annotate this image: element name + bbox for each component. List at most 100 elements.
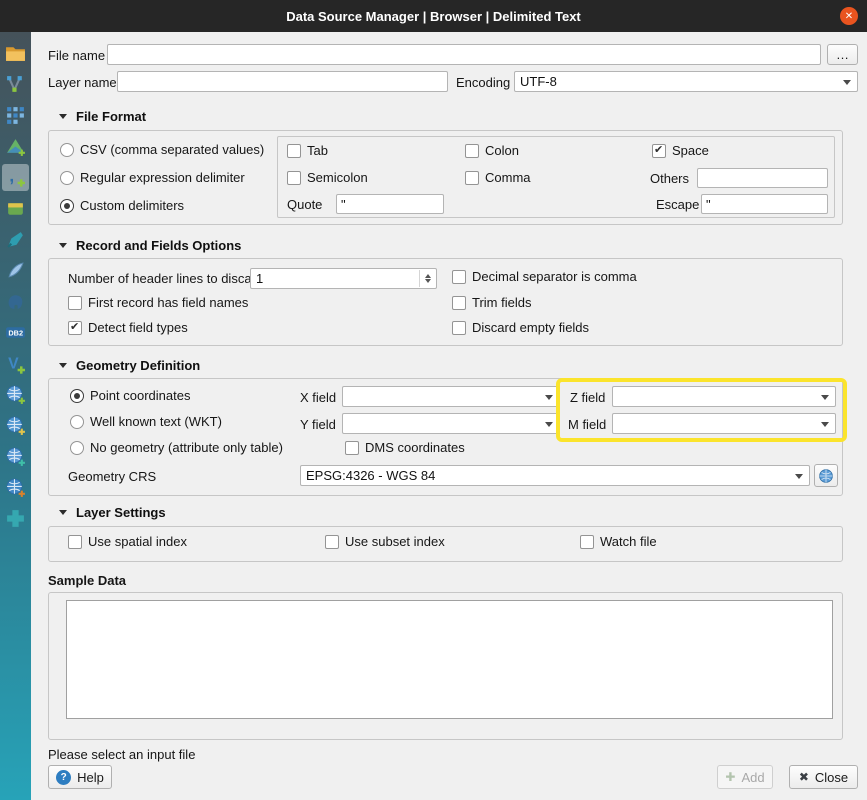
colon-checkbox[interactable]: Colon bbox=[465, 143, 519, 158]
geometry-crs-label: Geometry CRS bbox=[68, 469, 156, 485]
sample-data-area[interactable] bbox=[66, 600, 833, 719]
trim-fields-checkbox[interactable]: Trim fields bbox=[452, 295, 531, 310]
collapse-arrow-icon bbox=[59, 363, 67, 372]
sidebar-item-wcs[interactable] bbox=[2, 412, 29, 439]
crs-select-button[interactable] bbox=[814, 464, 838, 487]
titlebar[interactable]: Data Source Manager | Browser | Delimite… bbox=[0, 0, 867, 32]
collapse-arrow-icon bbox=[59, 114, 67, 123]
semicolon-checkbox[interactable]: Semicolon bbox=[287, 170, 368, 185]
geometry-crs-select[interactable]: EPSG:4326 - WGS 84 bbox=[300, 465, 810, 486]
svg-text:V: V bbox=[8, 356, 19, 373]
comma-checkbox[interactable]: Comma bbox=[465, 170, 531, 185]
delimited-text-icon: , bbox=[5, 167, 26, 188]
header-lines-label: Number of header lines to discard bbox=[68, 271, 263, 287]
sidebar-item-spatialite[interactable] bbox=[2, 257, 29, 284]
add-icon: ✚ bbox=[725, 770, 735, 784]
geopackage-icon bbox=[5, 198, 26, 219]
header-lines-spinbox[interactable]: 1 bbox=[250, 268, 437, 289]
postgis-icon bbox=[5, 291, 26, 312]
quote-label: Quote bbox=[287, 197, 322, 213]
mesh-layer-icon bbox=[5, 136, 26, 157]
file-format-group-header[interactable]: File Format bbox=[59, 109, 146, 124]
z-field-select[interactable] bbox=[612, 386, 836, 407]
decimal-separator-checkbox[interactable]: Decimal separator is comma bbox=[452, 269, 637, 284]
no-geometry-radio[interactable]: No geometry (attribute only table) bbox=[70, 440, 283, 455]
use-spatial-index-checkbox[interactable]: Use spatial index bbox=[68, 534, 187, 549]
help-button[interactable]: ? Help bbox=[48, 765, 112, 789]
wkt-radio[interactable]: Well known text (WKT) bbox=[70, 414, 222, 429]
sidebar-item-virtual-layer[interactable]: V bbox=[2, 350, 29, 377]
others-input[interactable] bbox=[697, 168, 828, 188]
sidebar-item-browser[interactable] bbox=[2, 40, 29, 67]
escape-input[interactable] bbox=[701, 194, 828, 214]
sidebar-item-geopackage[interactable] bbox=[2, 195, 29, 222]
space-checkbox[interactable]: Space bbox=[652, 143, 709, 158]
close-button[interactable]: ✖ Close bbox=[789, 765, 858, 789]
browser-folder-icon bbox=[5, 43, 26, 64]
add-button[interactable]: ✚ Add bbox=[717, 765, 773, 789]
wms-globe-icon bbox=[5, 384, 26, 405]
sidebar-item-vector[interactable] bbox=[2, 71, 29, 98]
custom-delimiters-radio[interactable]: Custom delimiters bbox=[60, 198, 184, 213]
first-record-checkbox[interactable]: First record has field names bbox=[68, 295, 248, 310]
collapse-arrow-icon bbox=[59, 510, 67, 519]
gps-icon bbox=[5, 229, 26, 250]
sidebar-item-wms[interactable] bbox=[2, 381, 29, 408]
sidebar-item-postgis[interactable] bbox=[2, 288, 29, 315]
detect-field-types-checkbox[interactable]: Detect field types bbox=[68, 320, 188, 335]
spin-up-button[interactable] bbox=[420, 270, 435, 279]
others-label: Others bbox=[650, 171, 689, 187]
layer-name-input[interactable] bbox=[117, 71, 448, 92]
layer-settings-group-header[interactable]: Layer Settings bbox=[59, 505, 166, 520]
spatialite-icon bbox=[5, 260, 26, 281]
point-coordinates-radio[interactable]: Point coordinates bbox=[70, 388, 190, 403]
y-field-label: Y field bbox=[300, 417, 336, 433]
sidebar-item-delimited-text[interactable]: , bbox=[2, 164, 29, 191]
sidebar-item-mesh[interactable] bbox=[2, 133, 29, 160]
escape-label: Escape bbox=[656, 197, 699, 213]
spin-down-button[interactable] bbox=[420, 279, 435, 288]
discard-empty-fields-checkbox[interactable]: Discard empty fields bbox=[452, 320, 589, 335]
close-button-icon: ✖ bbox=[799, 770, 809, 784]
point-cloud-icon bbox=[5, 105, 26, 126]
sidebar-item-point-cloud[interactable] bbox=[2, 102, 29, 129]
browse-file-button[interactable]: … bbox=[827, 44, 858, 65]
z-field-label: Z field bbox=[570, 390, 605, 406]
vector-tile-icon bbox=[5, 508, 26, 529]
watch-file-checkbox[interactable]: Watch file bbox=[580, 534, 657, 549]
tab-checkbox[interactable]: Tab bbox=[287, 143, 328, 158]
sidebar-item-db2[interactable]: DB2 bbox=[2, 319, 29, 346]
regex-delimiter-radio[interactable]: Regular expression delimiter bbox=[60, 170, 245, 185]
help-icon: ? bbox=[56, 770, 71, 785]
db2-icon: DB2 bbox=[5, 322, 26, 343]
vector-layer-icon bbox=[5, 74, 26, 95]
use-subset-index-checkbox[interactable]: Use subset index bbox=[325, 534, 445, 549]
encoding-label: Encoding bbox=[456, 75, 510, 91]
arcgis-rest-globe-icon bbox=[5, 477, 26, 498]
wfs-globe-icon bbox=[5, 446, 26, 467]
geometry-group-header[interactable]: Geometry Definition bbox=[59, 358, 200, 373]
x-field-select[interactable] bbox=[342, 386, 560, 407]
close-icon: ✕ bbox=[845, 11, 853, 22]
y-field-select[interactable] bbox=[342, 413, 560, 434]
file-name-input[interactable] bbox=[107, 44, 821, 65]
status-message: Please select an input file bbox=[48, 747, 195, 763]
collapse-arrow-icon bbox=[59, 243, 67, 252]
record-fields-group-header[interactable]: Record and Fields Options bbox=[59, 238, 241, 253]
virtual-layer-icon: V bbox=[5, 353, 26, 374]
encoding-select[interactable]: UTF-8 bbox=[514, 71, 858, 92]
crs-globe-icon bbox=[818, 468, 834, 484]
m-field-select[interactable] bbox=[612, 413, 836, 434]
window-title: Data Source Manager | Browser | Delimite… bbox=[286, 9, 581, 24]
csv-radio[interactable]: CSV (comma separated values) bbox=[60, 142, 264, 157]
sample-data-title: Sample Data bbox=[48, 573, 126, 589]
quote-input[interactable] bbox=[336, 194, 444, 214]
dms-coordinates-checkbox[interactable]: DMS coordinates bbox=[345, 440, 465, 455]
sidebar-item-arcgis-rest[interactable] bbox=[2, 474, 29, 501]
sidebar-item-vector-tile[interactable] bbox=[2, 505, 29, 532]
sidebar-item-wfs[interactable] bbox=[2, 443, 29, 470]
window-close-button[interactable]: ✕ bbox=[840, 7, 858, 25]
data-source-manager-window: Data Source Manager | Browser | Delimite… bbox=[0, 0, 867, 800]
sidebar-item-gps[interactable] bbox=[2, 226, 29, 253]
source-type-sidebar: , DB2 V bbox=[0, 32, 31, 800]
